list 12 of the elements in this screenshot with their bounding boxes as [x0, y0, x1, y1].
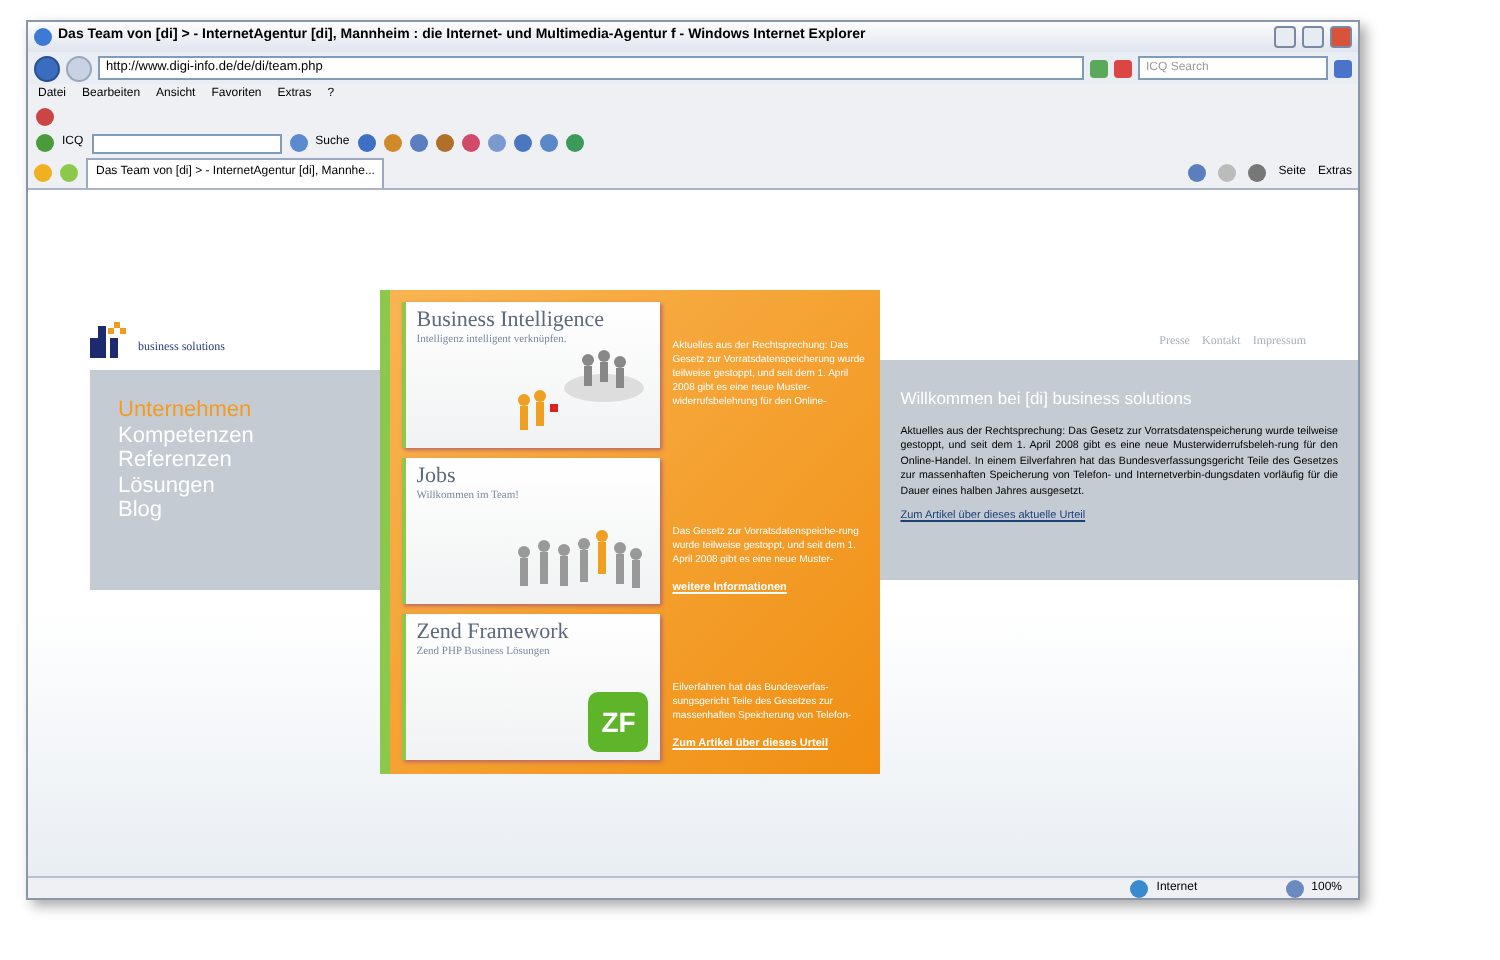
teaser-title: Jobs	[416, 464, 458, 488]
logo-text: ZF	[601, 703, 636, 741]
back-button[interactable]	[34, 55, 60, 81]
logo-icon	[90, 322, 130, 358]
close-button[interactable]	[1330, 26, 1352, 48]
toolbar-search-field[interactable]	[91, 133, 282, 153]
welcome-title: Willkommen bei [di] business solutions	[900, 386, 1194, 412]
maximize-button[interactable]	[1302, 26, 1324, 48]
teaser-title: Business Intelligence	[416, 308, 607, 332]
teaser-title: Zend Framework	[416, 620, 571, 644]
minimize-button[interactable]	[1274, 26, 1296, 48]
toolbar-icon[interactable]	[36, 108, 54, 126]
